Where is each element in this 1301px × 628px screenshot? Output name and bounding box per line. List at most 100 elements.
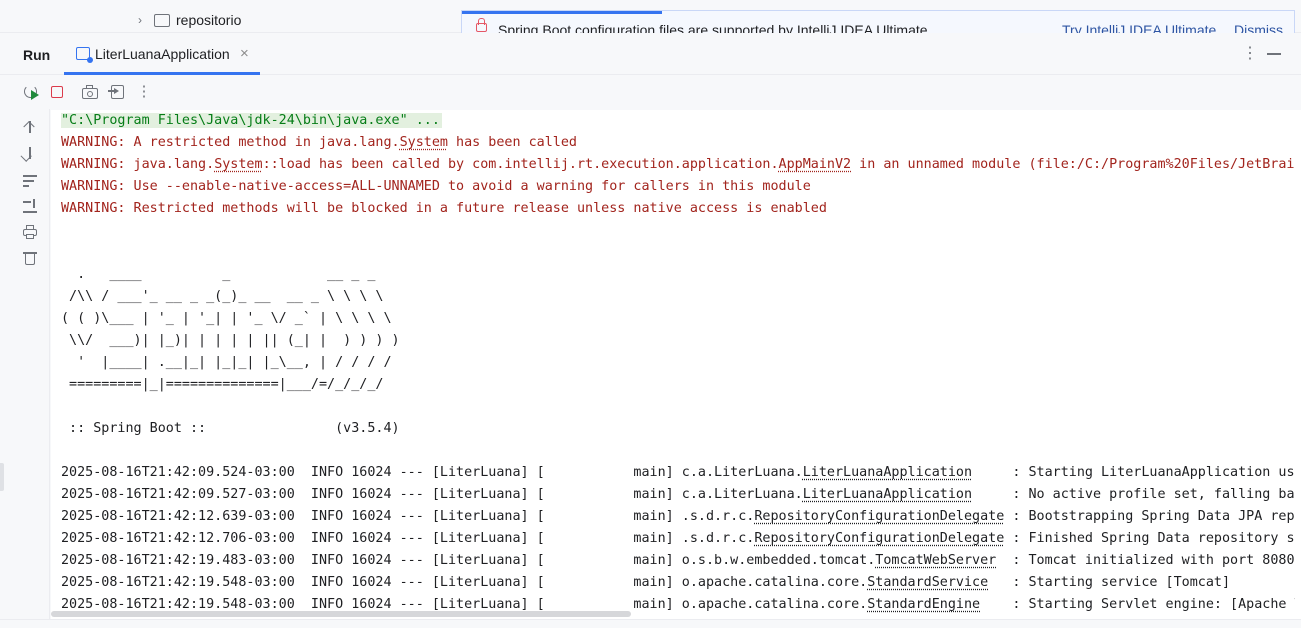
log-pid: 16024 --- xyxy=(351,465,432,480)
run-tab-bar: Run LiterLuanaApplication × ⋮ xyxy=(0,33,1301,75)
log-padding xyxy=(972,487,1012,502)
log-pid: 16024 --- xyxy=(351,553,432,568)
log-thread: [ main] xyxy=(536,553,682,568)
log-message: : Starting service [Tomcat] xyxy=(1012,575,1231,590)
log-logger-package: .s.d.r.c. xyxy=(681,509,755,524)
stop-icon[interactable] xyxy=(49,84,65,100)
camera-icon[interactable] xyxy=(82,84,98,100)
log-logger-package: c.a.LiterLuana. xyxy=(681,487,803,502)
log-level: INFO xyxy=(310,553,352,568)
log-line: 2025-08-16T21:42:19.548-03:00 INFO 16024… xyxy=(61,572,1230,594)
log-thread: [ main] xyxy=(536,509,682,524)
log-app: [LiterLuana] xyxy=(431,487,537,502)
run-panel-title: Run xyxy=(23,47,51,63)
log-app: [LiterLuana] xyxy=(431,553,537,568)
log-level: INFO xyxy=(310,575,352,590)
log-line: 2025-08-16T21:42:12.639-03:00 INFO 16024… xyxy=(61,506,1295,528)
chevron-right-icon[interactable]: › xyxy=(138,14,148,26)
more-actions-icon[interactable]: ⋮ xyxy=(136,84,152,100)
horizontal-scrollbar[interactable] xyxy=(51,611,631,617)
log-timestamp: 2025-08-16T21:42:12.706-03:00 xyxy=(61,531,311,546)
exit-icon[interactable] xyxy=(108,84,125,100)
log-timestamp: 2025-08-16T21:42:09.524-03:00 xyxy=(61,465,311,480)
warning-line: WARNING: Restricted methods will be bloc… xyxy=(61,198,827,220)
soft-wrap-icon[interactable] xyxy=(22,172,38,188)
warning-text: in an unnamed module (file:/C:/Program%2… xyxy=(859,157,1295,172)
rerun-icon[interactable] xyxy=(23,84,39,100)
log-app: [LiterLuana] xyxy=(431,531,537,546)
top-strip: › repositorio Spring Boot configuration … xyxy=(0,0,1301,33)
console-output[interactable]: "C:\Program Files\Java\jdk-24\bin\java.e… xyxy=(51,110,1295,619)
notification-banner: Spring Boot configuration files are supp… xyxy=(461,10,1295,33)
log-logger-class: RepositoryConfigurationDelegate xyxy=(754,509,1005,524)
log-timestamp: 2025-08-16T21:42:19.483-03:00 xyxy=(61,553,311,568)
log-logger-class: RepositoryConfigurationDelegate xyxy=(754,531,1005,546)
log-logger-package: .s.d.r.c. xyxy=(681,531,755,546)
class-link: AppMainV2 xyxy=(778,157,852,172)
lock-icon xyxy=(476,18,487,32)
banner-line: \\/ ___)| |_)| | | | | || (_| | ) ) ) ) xyxy=(61,333,400,348)
log-timestamp: 2025-08-16T21:42:12.639-03:00 xyxy=(61,509,311,524)
log-timestamp: 2025-08-16T21:42:19.548-03:00 xyxy=(61,575,311,590)
log-app: [LiterLuana] xyxy=(431,465,537,480)
warning-line: WARNING: java.lang.System::load has been… xyxy=(61,154,1295,176)
log-message: : Finished Spring Data repository scanni… xyxy=(1012,531,1295,546)
log-padding xyxy=(988,575,1012,590)
log-level: INFO xyxy=(310,465,352,480)
log-line: 2025-08-16T21:42:12.706-03:00 INFO 16024… xyxy=(61,528,1295,550)
log-line: 2025-08-16T21:42:19.483-03:00 INFO 16024… xyxy=(61,550,1295,572)
log-thread: [ main] xyxy=(536,531,682,546)
log-message: : Starting LiterLuanaApplication using J… xyxy=(1012,465,1295,480)
tab-liter-luana-application[interactable]: LiterLuanaApplication × xyxy=(64,33,260,75)
progress-bar xyxy=(462,11,663,14)
log-app: [LiterLuana] xyxy=(431,509,537,524)
log-level: INFO xyxy=(310,531,352,546)
class-link: System xyxy=(399,135,448,150)
log-message: : Bootstrapping Spring Data JPA reposito… xyxy=(1012,509,1295,524)
log-thread: [ main] xyxy=(536,487,682,502)
log-logger-class: TomcatWebServer xyxy=(875,553,997,568)
banner-line: =========|_|==============|___/=/_/_/_/ xyxy=(61,377,384,392)
clear-all-icon[interactable] xyxy=(22,250,38,266)
log-thread: [ main] xyxy=(536,465,682,480)
command-line: "C:\Program Files\Java\jdk-24\bin\java.e… xyxy=(61,110,442,132)
command-text: "C:\Program Files\Java\jdk-24\bin\java.e… xyxy=(61,113,442,128)
arrow-down-icon[interactable] xyxy=(20,145,38,162)
vertical-scrollbar[interactable] xyxy=(1295,110,1301,619)
log-pid: 16024 --- xyxy=(351,531,432,546)
log-message: : No active profile set, falling back to… xyxy=(1012,487,1295,502)
log-thread: [ main] xyxy=(536,575,682,590)
log-pid: 16024 --- xyxy=(351,509,432,524)
dismiss-link[interactable]: Dismiss xyxy=(1234,22,1283,33)
run-toolbar: ⋮ xyxy=(0,75,1301,109)
try-ultimate-link[interactable]: Try IntelliJ IDEA Ultimate xyxy=(1062,22,1216,33)
spring-boot-version-line: :: Spring Boot :: (v3.5.4) xyxy=(61,421,400,436)
close-icon[interactable]: × xyxy=(240,45,249,62)
banner-line: ( ( )\___ | '_ | '_| | '_ \/ _` | \ \ \ … xyxy=(61,311,392,326)
log-level: INFO xyxy=(310,487,352,502)
notification-message: Spring Boot configuration files are supp… xyxy=(498,22,928,33)
folder-icon xyxy=(154,13,170,27)
print-icon[interactable] xyxy=(22,224,38,240)
console-side-toolbar xyxy=(0,109,50,619)
more-options-icon[interactable]: ⋮ xyxy=(1242,43,1258,63)
status-bar xyxy=(0,619,1301,628)
log-app: [LiterLuana] xyxy=(431,575,537,590)
minimize-icon[interactable] xyxy=(1267,53,1281,55)
log-logger-package: o.apache.catalina.core. xyxy=(681,575,868,590)
log-logger-package: o.s.b.w.embedded.tomcat. xyxy=(681,553,876,568)
warning-text: WARNING: A restricted method in java.lan… xyxy=(61,135,400,150)
banner-line: . ____ _ __ _ _ xyxy=(61,267,376,282)
arrow-up-icon[interactable] xyxy=(22,119,38,135)
warning-text: ::load has been called by com.intellij.r… xyxy=(262,157,779,172)
warning-text: WARNING: Restricted methods will be bloc… xyxy=(61,201,827,216)
warning-line: WARNING: Use --enable-native-access=ALL-… xyxy=(61,176,811,198)
horizontal-scrollbar-track xyxy=(51,608,1295,619)
run-config-icon xyxy=(76,47,93,63)
log-timestamp: 2025-08-16T21:42:09.527-03:00 xyxy=(61,487,311,502)
log-line: 2025-08-16T21:42:09.524-03:00 INFO 16024… xyxy=(61,462,1295,484)
project-tree-row[interactable]: › repositorio xyxy=(138,12,241,28)
left-edge-handle[interactable] xyxy=(0,463,4,491)
scroll-to-end-icon[interactable] xyxy=(22,198,38,214)
log-level: INFO xyxy=(310,509,352,524)
